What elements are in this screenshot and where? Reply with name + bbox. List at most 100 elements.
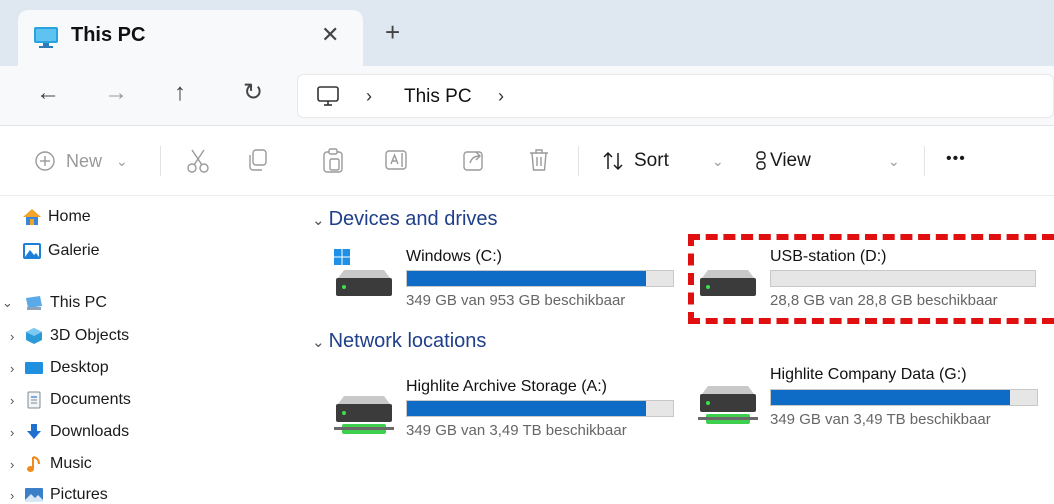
- music-icon: [27, 456, 40, 472]
- drive-usage-fill: [771, 390, 1011, 405]
- section-title: Network locations: [328, 330, 487, 352]
- sidebar-item-label: 3D Objects: [50, 327, 130, 344]
- sidebar-item-3d-objects[interactable]: › 3D Objects: [2, 327, 129, 345]
- sidebar-item-label: Desktop: [50, 359, 109, 376]
- close-tab-button[interactable]: ✕: [321, 20, 339, 50]
- sidebar-item-label: Downloads: [50, 423, 130, 440]
- view-icon: [756, 151, 766, 170]
- divider: [160, 146, 161, 176]
- new-tab-button[interactable]: +: [385, 18, 400, 46]
- chevron-right-icon[interactable]: ›: [2, 457, 24, 472]
- sidebar-item-galerie[interactable]: Galerie: [22, 242, 100, 260]
- chevron-right-icon[interactable]: ›: [2, 425, 24, 440]
- refresh-button[interactable]: ↻: [243, 78, 263, 108]
- section-network-locations[interactable]: ⌄ Network locations: [312, 330, 486, 353]
- breadcrumb-this-pc[interactable]: This PC: [404, 86, 472, 108]
- monitor-icon: [34, 27, 58, 48]
- share-icon: [463, 151, 483, 171]
- chevron-right-icon[interactable]: ›: [2, 361, 24, 376]
- tab-title: This PC: [71, 24, 146, 46]
- address-bar[interactable]: › This PC ›: [297, 74, 1054, 118]
- new-label: New: [66, 151, 103, 171]
- address-row: ← → ↑ ↻ › This PC ›: [0, 66, 1054, 126]
- forward-button[interactable]: →: [104, 78, 128, 108]
- sidebar-item-label: This PC: [50, 294, 107, 311]
- trash-icon: [530, 149, 548, 171]
- sidebar-item-label: Galerie: [48, 242, 100, 259]
- chevron-down-icon: ⌄: [312, 333, 325, 351]
- breadcrumb-separator: ›: [366, 86, 372, 106]
- sidebar-item-pictures[interactable]: › Pictures: [2, 486, 108, 504]
- navigation-pane: Home Galerie ⌄ This PC › 3D Objects › De…: [0, 196, 290, 504]
- breadcrumb-chevron[interactable]: ›: [498, 86, 504, 107]
- chevron-right-icon[interactable]: ›: [2, 329, 24, 344]
- sidebar-item-label: Documents: [50, 391, 131, 408]
- sidebar-item-label: Music: [50, 455, 92, 472]
- divider: [924, 146, 925, 176]
- rename-button[interactable]: [384, 148, 408, 172]
- chevron-down-icon: ⌄: [116, 153, 128, 169]
- delete-button[interactable]: [528, 148, 550, 172]
- network-drive-icon: [334, 396, 394, 434]
- cube-icon: [26, 328, 42, 344]
- view-button[interactable]: View: [754, 148, 811, 174]
- sidebar-item-music[interactable]: › Music: [2, 455, 92, 473]
- share-button[interactable]: [462, 148, 486, 172]
- drive-name: Highlite Archive Storage (A:): [406, 378, 607, 395]
- copy-button[interactable]: [246, 148, 268, 172]
- drive-free-space: 349 GB van 3,49 TB beschikbaar: [406, 422, 627, 439]
- sort-label: Sort: [634, 150, 669, 171]
- more-options-button[interactable]: •••: [946, 146, 966, 172]
- sidebar-item-label: Pictures: [50, 486, 108, 503]
- chevron-right-icon[interactable]: ›: [2, 488, 24, 503]
- copy-icon: [249, 149, 267, 171]
- pictures-icon: [25, 488, 43, 502]
- up-button[interactable]: ↑: [174, 78, 186, 108]
- highlight-box: [688, 234, 1054, 324]
- drive-usage-fill: [407, 271, 647, 286]
- paste-button[interactable]: [322, 148, 344, 174]
- rename-icon: [385, 150, 407, 170]
- tab-strip: This PC ✕ +: [0, 0, 1054, 66]
- document-icon: [27, 391, 41, 409]
- gallery-icon: [23, 243, 41, 259]
- chevron-down-icon[interactable]: ⌄: [2, 295, 24, 311]
- new-button[interactable]: New ⌄: [34, 148, 128, 174]
- section-title: Devices and drives: [328, 208, 498, 230]
- sidebar-item-desktop[interactable]: › Desktop: [2, 359, 109, 377]
- sort-icon: [603, 151, 623, 171]
- command-bar: New ⌄ Sort ⌄ View ⌄ •••: [0, 126, 1054, 196]
- sort-button[interactable]: Sort: [602, 148, 669, 174]
- drive-usage-bar: [770, 389, 1038, 406]
- sidebar-item-label: Home: [48, 208, 91, 225]
- tab-this-pc[interactable]: This PC ✕: [18, 10, 363, 66]
- cut-button[interactable]: [186, 148, 210, 174]
- hard-drive-icon: [336, 270, 392, 296]
- sidebar-item-home[interactable]: Home: [22, 208, 91, 226]
- network-drive-icon: [698, 386, 758, 424]
- home-icon: [23, 209, 41, 225]
- pc-icon: [317, 86, 339, 106]
- chevron-down-icon[interactable]: ⌄: [888, 148, 900, 174]
- this-pc-icon: [26, 296, 42, 310]
- back-button[interactable]: ←: [36, 78, 60, 108]
- drive-usage-fill: [407, 401, 647, 416]
- download-icon: [27, 424, 41, 439]
- desktop-icon: [25, 362, 43, 374]
- sidebar-item-downloads[interactable]: › Downloads: [2, 423, 129, 441]
- sidebar-item-this-pc[interactable]: ⌄ This PC: [2, 294, 107, 312]
- chevron-down-icon[interactable]: ⌄: [712, 148, 724, 174]
- section-devices-and-drives[interactable]: ⌄ Devices and drives: [312, 208, 498, 231]
- drive-name: Highlite Company Data (G:): [770, 366, 967, 383]
- drive-usage-bar: [406, 270, 674, 287]
- view-label: View: [770, 150, 811, 171]
- drive-free-space: 349 GB van 3,49 TB beschikbaar: [770, 411, 991, 428]
- chevron-right-icon[interactable]: ›: [2, 393, 24, 408]
- chevron-down-icon: ⌄: [312, 211, 325, 229]
- drive-name: Windows (C:): [406, 248, 503, 265]
- drive-usage-bar: [406, 400, 674, 417]
- plus-circle-icon: [35, 151, 55, 171]
- scissors-icon: [187, 149, 209, 173]
- sidebar-item-documents[interactable]: › Documents: [2, 391, 131, 409]
- divider: [578, 146, 579, 176]
